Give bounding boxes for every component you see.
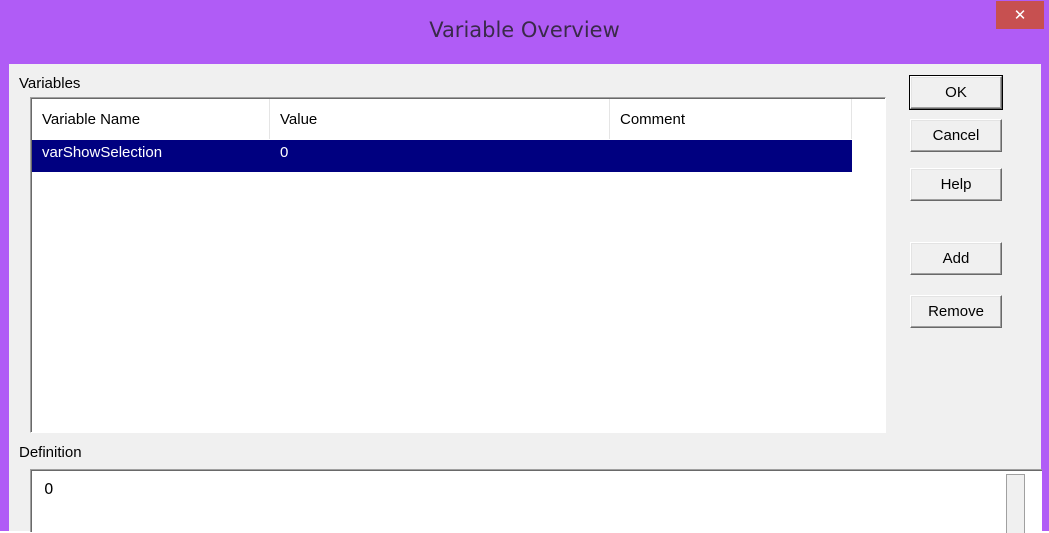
close-button[interactable]: ✕	[996, 1, 1044, 29]
dialog-client-area: Variables Variable Name Value Comment va…	[9, 64, 1042, 533]
close-icon: ✕	[1013, 6, 1027, 24]
row-comment	[620, 140, 840, 164]
ok-button[interactable]: OK	[909, 75, 1003, 110]
definition-scrollbar[interactable]	[1006, 474, 1025, 533]
definition-value: 0	[44, 480, 54, 498]
column-header-value[interactable]: Value	[270, 99, 610, 139]
list-header: Variable Name Value Comment	[32, 99, 884, 139]
remove-button[interactable]: Remove	[910, 295, 1002, 328]
title-bar[interactable]: Variable Overview ✕	[0, 0, 1049, 64]
definition-label: Definition	[19, 444, 82, 461]
column-header-variable-name[interactable]: Variable Name	[32, 99, 270, 139]
variables-list[interactable]: Variable Name Value Comment varShowSelec…	[30, 97, 886, 433]
help-button[interactable]: Help	[910, 168, 1002, 201]
window-title: Variable Overview	[429, 18, 620, 42]
cancel-button[interactable]: Cancel	[910, 119, 1002, 152]
variables-label: Variables	[19, 75, 81, 92]
row-variable-name: varShowSelection	[42, 143, 163, 161]
definition-field[interactable]: 0	[30, 469, 1042, 533]
column-header-comment[interactable]: Comment	[610, 99, 852, 139]
row-value: 0	[280, 143, 289, 161]
variable-overview-dialog: Variable Overview ✕ Variables Variable N…	[0, 0, 1049, 533]
table-row[interactable]: varShowSelection 0	[32, 140, 852, 172]
add-button[interactable]: Add	[910, 242, 1002, 275]
